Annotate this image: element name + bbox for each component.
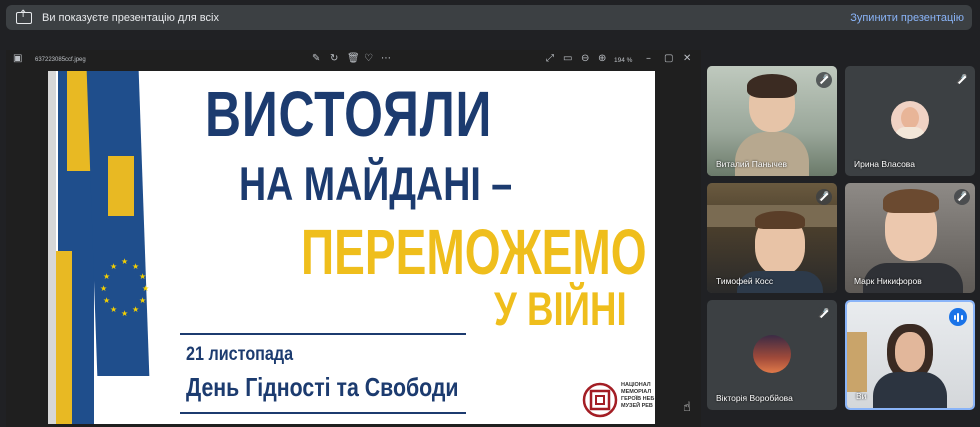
avatar (891, 101, 929, 139)
file-name: 637223085ccf.jpeg (35, 57, 86, 63)
eu-star: ★ (132, 305, 140, 314)
eu-star: ★ (139, 296, 147, 305)
logo-text-line: ГЕРОЇВ НЕБ (621, 396, 655, 402)
presentation-banner: Ви показуєте презентацію для всіх Зупини… (6, 5, 972, 30)
presentation-status-text: Ви показуєте презентацію для всіх (42, 11, 219, 24)
slide-title-line2: НА МАЙДАНІ – (239, 157, 513, 210)
favorite-icon[interactable]: ♡ (364, 53, 373, 64)
eu-star: ★ (139, 272, 147, 281)
eu-star: ★ (100, 284, 108, 293)
rotate-icon[interactable]: ↻ (330, 53, 338, 64)
eu-star: ★ (121, 309, 129, 318)
speaking-indicator-icon (949, 308, 967, 326)
participant-name: Марк Никифоров (854, 276, 922, 286)
avatar-face (901, 107, 919, 129)
memorial-logo (582, 382, 618, 418)
participant-name: Тимофей Косс (716, 276, 774, 286)
present-screen-icon (16, 9, 32, 24)
mic-off-icon: 🎤 (816, 306, 832, 322)
participant-hair (755, 211, 805, 229)
edit-icon[interactable]: ✎ (312, 53, 320, 64)
mic-off-icon: 🎤 (954, 189, 970, 205)
close-icon[interactable]: ✕ (683, 53, 691, 64)
participant-name: Ирина Власова (854, 159, 915, 169)
eu-star: ★ (103, 296, 111, 305)
slide-image: ★ ★ ★ ★ ★ ★ ★ ★ ★ ★ ★ ★ ВИСТОЯЛИ НА МАЙД… (48, 71, 655, 424)
participant-tile[interactable]: 🎤 Тимофей Косс (707, 183, 837, 293)
ribbon-yellow-mid (108, 156, 134, 216)
speaking-bar (960, 314, 963, 320)
slide-title-line3: ПЕРЕМОЖЕМО (301, 216, 647, 288)
slide-day-name: День Гідності та Свободи (186, 372, 459, 402)
logo-text-line: МУЗЕЙ РЕВ (621, 403, 653, 409)
eu-star: ★ (132, 262, 140, 271)
ribbon-blue-right (86, 71, 150, 376)
more-icon[interactable]: ⋯ (381, 53, 391, 64)
image-icon: ▣ (13, 53, 23, 64)
zoom-in-icon[interactable]: ⊕ (598, 53, 606, 64)
mouse-cursor-icon: ☝ (683, 400, 691, 415)
participant-name: Вікторія Воробйова (716, 393, 793, 403)
participant-body (873, 372, 947, 408)
avatar (753, 335, 791, 373)
logo-text-line: МЕМОРІАЛ (621, 389, 652, 395)
restore-icon[interactable]: ▢ (664, 53, 673, 64)
participant-tile[interactable]: 🎤 Виталий Панычев (707, 66, 837, 176)
minimize-icon[interactable]: – (646, 53, 651, 64)
expand-icon[interactable]: ⤢ (546, 53, 554, 64)
background-door (847, 332, 867, 392)
eu-star: ★ (121, 257, 129, 266)
mic-off-icon: 🎤 (954, 72, 970, 88)
participant-face (895, 332, 925, 372)
slide-date: 21 листопада (186, 344, 294, 365)
eu-star: ★ (103, 272, 111, 281)
participant-body (735, 132, 809, 176)
eu-star: ★ (110, 305, 118, 314)
participant-tile-self[interactable]: Ви (845, 300, 975, 410)
participant-hair (883, 189, 939, 213)
speaking-bar (957, 312, 959, 322)
image-viewer: ▣ 637223085ccf.jpeg ✎ ↻ 🗑 ♡ ⋯ ⤢ ▭ ⊖ ⊕ 19… (6, 50, 701, 427)
mic-off-icon: 🎤 (816, 72, 832, 88)
stop-presenting-button[interactable]: Зупинити презентацію (850, 12, 964, 24)
logo-text-line: НАЦІОНАЛ (621, 382, 651, 388)
participant-name: Ви (856, 391, 867, 401)
eu-star: ★ (110, 262, 118, 271)
divider-line (180, 333, 466, 335)
slide-title-line4: У ВІЙНІ (494, 282, 627, 335)
zoom-level: 194 % (614, 57, 633, 64)
ribbon-edge (48, 71, 56, 424)
avatar-body (895, 127, 925, 139)
participant-name: Виталий Панычев (716, 159, 788, 169)
speaking-bar (953, 314, 956, 320)
eu-star: ★ (142, 284, 150, 293)
delete-icon[interactable]: 🗑 (347, 53, 360, 64)
divider-line (180, 412, 466, 414)
participant-tile[interactable]: 🎤 Марк Никифоров (845, 183, 975, 293)
participant-tile[interactable]: 🎤 Вікторія Воробйова (707, 300, 837, 410)
mic-off-icon: 🎤 (816, 189, 832, 205)
participant-tile[interactable]: 🎤 Ирина Власова (845, 66, 975, 176)
participant-hair (747, 74, 797, 98)
slide-title-line1: ВИСТОЯЛИ (205, 78, 493, 150)
zoom-out-icon[interactable]: ⊖ (581, 53, 589, 64)
viewer-toolbar: ▣ 637223085ccf.jpeg ✎ ↻ 🗑 ♡ ⋯ ⤢ ▭ ⊖ ⊕ 19… (6, 50, 701, 72)
logo-text: НАЦІОНАЛ МЕМОРІАЛ ГЕРОЇВ НЕБ МУЗЕЙ РЕВ (621, 382, 654, 410)
fit-screen-icon[interactable]: ▭ (563, 53, 572, 64)
